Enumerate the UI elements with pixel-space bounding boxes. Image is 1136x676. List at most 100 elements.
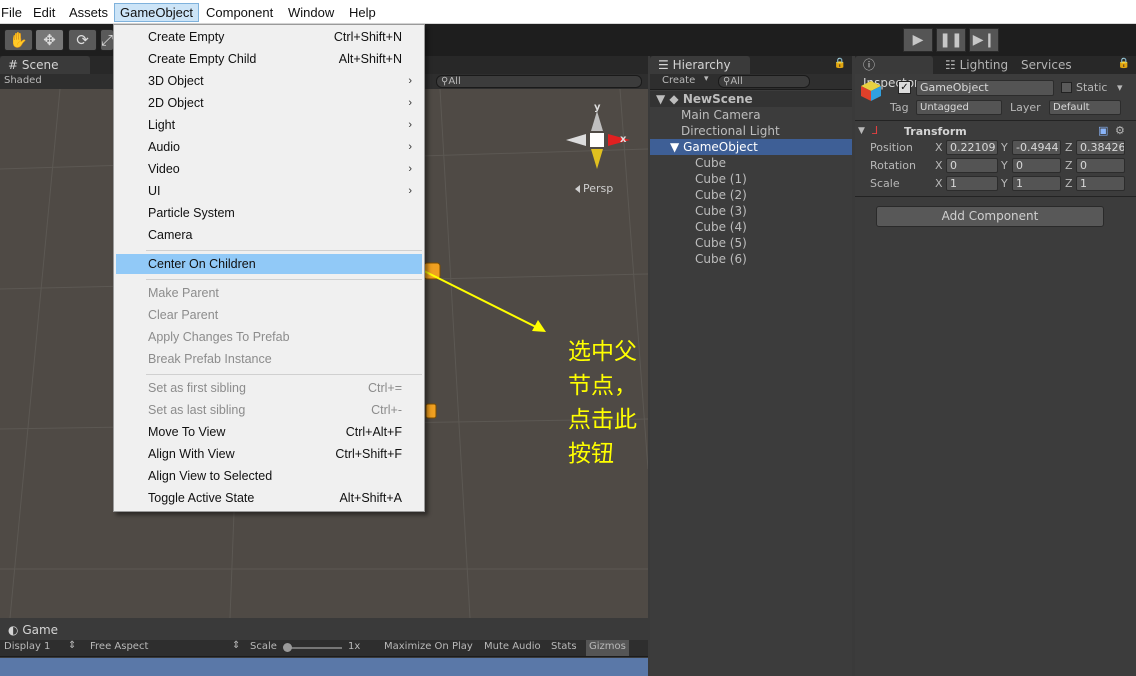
menu-item-make-parent[interactable]: Make Parent — [116, 283, 422, 303]
persp-label[interactable]: Persp — [583, 182, 613, 195]
menu-edit[interactable]: Edit — [28, 3, 60, 22]
transform-header[interactable]: Transform — [904, 124, 967, 139]
step-button[interactable]: ▶❙ — [969, 28, 999, 52]
menu-item-video[interactable]: Video › — [116, 159, 422, 179]
tab-hierarchy[interactable]: ☰ Hierarchy — [650, 56, 750, 74]
menu-window[interactable]: Window — [283, 3, 339, 22]
rotate-tool-button[interactable]: ⟳ — [68, 29, 97, 51]
hierarchy-item-cube-5[interactable]: Cube (5) — [650, 235, 852, 251]
game-subbar: Display 1 ⇕ Free Aspect ⇕ Scale 1x Maxim… — [0, 640, 648, 657]
menu-separator — [146, 374, 422, 375]
menu-file[interactable]: File — [0, 3, 27, 22]
rotation-y-field[interactable]: 0 — [1012, 158, 1061, 173]
menu-item-ui[interactable]: UI › — [116, 181, 422, 201]
tab-scene[interactable]: # Scene — [0, 56, 90, 74]
display-dropdown[interactable]: Display 1 — [4, 641, 50, 652]
menu-item-particle-system[interactable]: Particle System — [116, 203, 422, 223]
tab-services[interactable]: Services — [1013, 56, 1080, 74]
menu-item-set-first-sibling[interactable]: Set as first sibling Ctrl+= — [116, 378, 422, 398]
menu-component[interactable]: Component — [201, 3, 278, 22]
tab-lighting[interactable]: ☷ Lighting — [937, 56, 1016, 74]
tab-scene-label: Scene — [21, 58, 59, 72]
scale-z-field[interactable]: 1 — [1076, 176, 1125, 191]
hierarchy-item-cube-6[interactable]: Cube (6) — [650, 251, 852, 267]
game-view[interactable] — [0, 658, 648, 676]
shading-dropdown[interactable]: Shaded — [4, 75, 42, 86]
rotation-x-field[interactable]: 0 — [946, 158, 998, 173]
hierarchy-item-cube-3[interactable]: Cube (3) — [650, 203, 852, 219]
menu-item-create-empty[interactable]: Create Empty Ctrl+Shift+N — [116, 27, 422, 47]
tab-inspector[interactable]: ⓘ Inspector — [855, 56, 933, 90]
menu-item-light[interactable]: Light › — [116, 115, 422, 135]
create-dropdown[interactable]: Create — [662, 75, 695, 86]
menu-item-2d-object[interactable]: 2D Object › — [116, 93, 422, 113]
active-checkbox[interactable]: ✓ — [898, 81, 911, 94]
static-checkbox[interactable] — [1061, 82, 1072, 93]
gizmos-button[interactable]: Gizmos — [586, 640, 629, 656]
menu-item-apply-changes-to-prefab[interactable]: Apply Changes To Prefab — [116, 327, 422, 347]
hand-tool-button[interactable]: ✋ — [4, 29, 33, 51]
move-icon: ✥ — [43, 31, 56, 49]
menu-item-break-prefab-instance[interactable]: Break Prefab Instance — [116, 349, 422, 369]
pause-icon: ❚❚ — [939, 32, 963, 48]
scale-icon: ⤢ — [101, 31, 114, 49]
shortcut-label: Alt+Shift+N — [338, 52, 402, 66]
lock-icon[interactable]: 🔒 — [834, 58, 846, 69]
menu-item-set-last-sibling[interactable]: Set as last sibling Ctrl+- — [116, 400, 422, 420]
hierarchy-item-cube-4[interactable]: Cube (4) — [650, 219, 852, 235]
menu-item-toggle-active-state[interactable]: Toggle Active State Alt+Shift+A — [116, 488, 422, 508]
hierarchy-item-gameobject[interactable]: ▼ GameObject — [650, 139, 852, 155]
hierarchy-item-directional-light[interactable]: Directional Light — [650, 123, 852, 139]
menu-item-create-empty-child[interactable]: Create Empty Child Alt+Shift+N — [116, 49, 422, 69]
menu-gameobject[interactable]: GameObject — [114, 3, 199, 22]
chevron-down-icon[interactable]: ▼ — [858, 124, 865, 139]
shortcut-label: Ctrl+= — [367, 381, 402, 395]
hierarchy-item-cube-2[interactable]: Cube (2) — [650, 187, 852, 203]
layer-dropdown[interactable]: Default — [1049, 100, 1121, 115]
hierarchy-search-input[interactable]: ⚲All — [718, 75, 810, 88]
mute-audio-button[interactable]: Mute Audio — [484, 641, 541, 652]
menu-item-3d-object[interactable]: 3D Object › — [116, 71, 422, 91]
play-button[interactable]: ▶ — [903, 28, 933, 52]
chevron-right-icon: › — [408, 141, 412, 153]
scene-search-input[interactable]: ⚲All — [436, 75, 642, 88]
hierarchy-item-cube[interactable]: Cube — [650, 155, 852, 171]
menu-item-audio[interactable]: Audio › — [116, 137, 422, 157]
hierarchy-item-main-camera[interactable]: Main Camera — [650, 107, 852, 123]
object-name-field[interactable]: GameObject — [916, 80, 1054, 96]
scale-slider-thumb[interactable] — [283, 643, 292, 652]
add-component-button[interactable]: Add Component — [876, 206, 1104, 227]
scene-root-row[interactable]: ▼ ◆ NewScene — [650, 91, 852, 107]
hierarchy-item-cube-1[interactable]: Cube (1) — [650, 171, 852, 187]
chevron-down-icon[interactable]: ▾ — [1117, 80, 1123, 95]
stats-button[interactable]: Stats — [551, 641, 577, 652]
scale-x-field[interactable]: 1 — [946, 176, 998, 191]
pause-button[interactable]: ❚❚ — [936, 28, 966, 52]
lock-icon[interactable]: 🔒 — [1118, 58, 1130, 69]
aspect-dropdown[interactable]: Free Aspect — [90, 641, 148, 652]
menu-help[interactable]: Help — [344, 3, 381, 22]
position-x-field[interactable]: 0.22109 — [946, 140, 998, 155]
scale-tool-button[interactable]: ⤢ — [100, 29, 114, 51]
move-tool-button[interactable]: ✥ — [35, 29, 64, 51]
menu-item-camera[interactable]: Camera — [116, 225, 422, 245]
help-icon[interactable]: ▣ — [1098, 123, 1108, 138]
rotation-z-field[interactable]: 0 — [1076, 158, 1125, 173]
position-y-field[interactable]: -0.4944 — [1012, 140, 1061, 155]
divider — [855, 196, 1136, 197]
scale-slider-track[interactable] — [284, 647, 342, 649]
object-icon — [423, 262, 441, 280]
tag-dropdown[interactable]: Untagged — [916, 100, 1002, 115]
tab-game[interactable]: ◐ Game — [0, 621, 90, 639]
menu-item-clear-parent[interactable]: Clear Parent — [116, 305, 422, 325]
scale-y-field[interactable]: 1 — [1012, 176, 1061, 191]
menu-item-align-with-view[interactable]: Align With View Ctrl+Shift+F — [116, 444, 422, 464]
gear-icon[interactable]: ⚙ — [1115, 123, 1125, 138]
menu-item-center-on-children[interactable]: Center On Children — [116, 254, 422, 274]
menu-assets[interactable]: Assets — [64, 3, 113, 22]
menu-item-move-to-view[interactable]: Move To View Ctrl+Alt+F — [116, 422, 422, 442]
position-z-field[interactable]: 0.38426 — [1076, 140, 1125, 155]
menu-separator — [146, 279, 422, 280]
menu-item-align-view-to-selected[interactable]: Align View to Selected — [116, 466, 422, 486]
maximize-on-play-button[interactable]: Maximize On Play — [384, 641, 473, 652]
